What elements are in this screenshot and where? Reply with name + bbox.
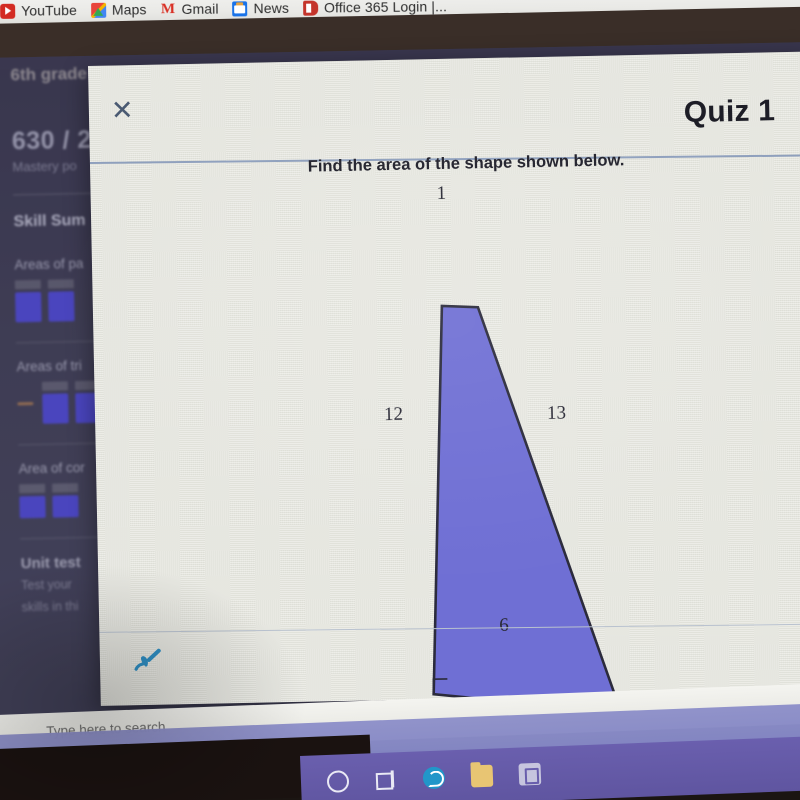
task-view-icon[interactable] bbox=[375, 768, 398, 791]
trapezoid-svg bbox=[432, 304, 623, 706]
quiz-modal: ✕ Quiz 1 Find the area of the shape show… bbox=[88, 51, 800, 706]
file-explorer-icon[interactable] bbox=[470, 764, 494, 788]
youtube-icon bbox=[0, 3, 16, 19]
skill-tile bbox=[52, 483, 79, 518]
skill-dash-marker bbox=[17, 401, 34, 405]
bookmark-office365[interactable]: Office 365 Login |... bbox=[302, 0, 448, 16]
bookmark-news[interactable]: News bbox=[232, 0, 290, 17]
label-top-side: 1 bbox=[436, 182, 447, 205]
bookmark-gmail[interactable]: M Gmail bbox=[160, 0, 219, 18]
label-right-side: 13 bbox=[546, 402, 567, 424]
close-icon[interactable]: ✕ bbox=[111, 95, 134, 125]
skill-tile bbox=[41, 381, 69, 424]
skill-tile bbox=[14, 279, 42, 323]
office-icon bbox=[302, 0, 319, 16]
screen: YouTube Maps M Gmail News Office 365 Log… bbox=[0, 0, 800, 800]
quiz-title: Quiz 1 bbox=[683, 94, 776, 130]
skill-tile bbox=[19, 483, 46, 519]
shape-figure: 1 12 13 6 bbox=[240, 174, 709, 706]
bookmark-label: Maps bbox=[111, 1, 147, 18]
scratchpad-pencil-icon[interactable] bbox=[132, 647, 167, 678]
bookmark-label: News bbox=[253, 0, 290, 17]
label-left-side: 12 bbox=[383, 403, 404, 426]
bookmark-maps[interactable]: Maps bbox=[90, 1, 147, 18]
bookmark-label: Office 365 Login |... bbox=[323, 0, 448, 16]
edge-icon[interactable] bbox=[422, 766, 446, 790]
gmail-icon: M bbox=[160, 0, 176, 17]
google-maps-icon bbox=[90, 2, 106, 18]
bookmark-youtube[interactable]: YouTube bbox=[0, 2, 77, 19]
cortana-icon[interactable] bbox=[326, 770, 350, 793]
bookmark-label: Gmail bbox=[181, 0, 219, 17]
label-bottom-side: 6 bbox=[499, 614, 510, 636]
news-icon bbox=[232, 0, 248, 16]
trapezoid-shape bbox=[432, 304, 623, 706]
store-icon[interactable] bbox=[518, 762, 542, 786]
bookmark-label: YouTube bbox=[21, 2, 77, 19]
skill-tile bbox=[47, 279, 75, 322]
